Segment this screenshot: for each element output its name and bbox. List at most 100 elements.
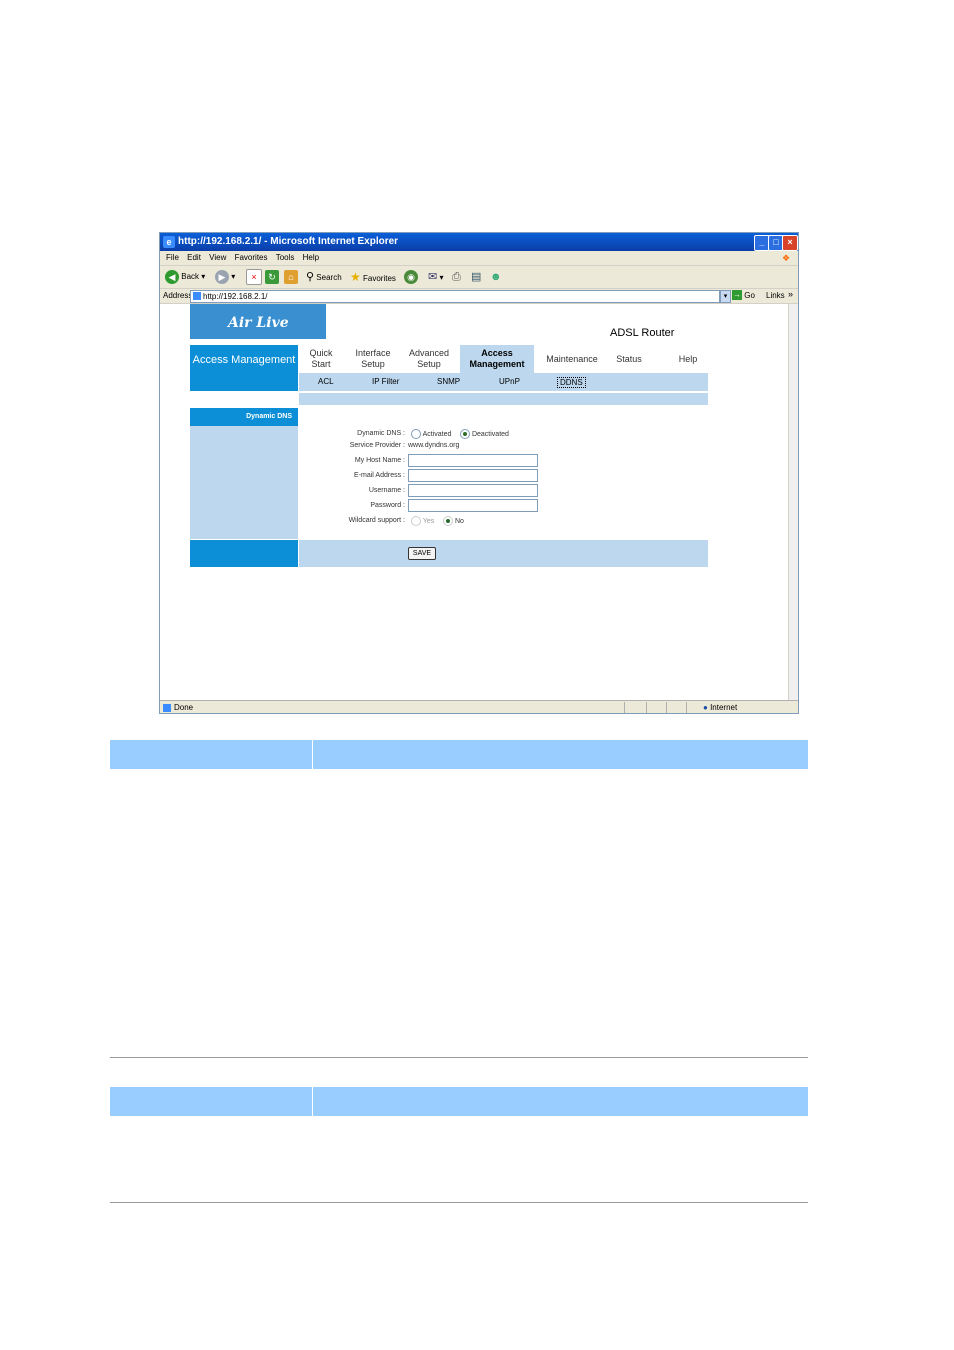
windows-logo-icon: ❖ (782, 253, 791, 263)
subnav-ddns[interactable]: DDNS (557, 377, 586, 388)
radio-wildcard-no[interactable] (443, 516, 453, 526)
page-content: Air Live ADSL Router Access Management Q… (160, 304, 788, 700)
wildcard-no-option[interactable]: No (443, 516, 464, 526)
ddns-activated-option[interactable]: Activated (411, 429, 451, 439)
address-bar: Address http://192.168.2.1/ ▾ → Go Links… (160, 289, 798, 304)
subnav-snmp[interactable]: SNMP (437, 377, 460, 386)
back-arrow-icon: ◀ (165, 269, 179, 284)
ddns-deactivated-option[interactable]: Deactivated (460, 429, 509, 439)
deactivated-label: Deactivated (471, 430, 509, 438)
nav-label: Quick (309, 348, 333, 358)
nav-label: Help (678, 354, 698, 364)
nav-label: Access (481, 348, 513, 358)
forward-button[interactable]: ▶ ▾ (215, 269, 235, 285)
nav-advanced-setup[interactable]: Advanced Setup (405, 348, 453, 370)
brand-logo: Air Live (190, 304, 326, 339)
status-divider (624, 702, 625, 713)
activated-label: Activated (422, 430, 452, 438)
table-header-1 (110, 740, 808, 769)
password-label: Password : (370, 502, 405, 509)
home-button[interactable]: ⌂ (284, 269, 298, 285)
nav-access-management[interactable]: Access Management (460, 345, 534, 373)
links-label[interactable]: Links (766, 289, 785, 303)
search-label: Search (316, 273, 342, 282)
search-icon: ⚲ (306, 271, 315, 283)
address-value: http://192.168.2.1/ (203, 292, 268, 301)
username-label: Username : (368, 487, 405, 494)
chevron-right-icon[interactable]: » (788, 287, 793, 301)
media-button[interactable]: ◉ (404, 269, 418, 285)
nav-label: Setup (361, 359, 385, 369)
email-input[interactable] (408, 469, 538, 482)
table-header-cell (110, 1087, 313, 1116)
status-divider (666, 702, 667, 713)
nav-label: Start (311, 359, 331, 369)
media-icon: ◉ (404, 269, 418, 284)
menu-favorites[interactable]: Favorites (235, 253, 268, 262)
go-button[interactable]: → Go (732, 290, 760, 302)
ddns-label: Dynamic DNS : (357, 430, 405, 437)
refresh-icon: ↻ (265, 269, 279, 284)
vertical-scrollbar[interactable] (788, 304, 798, 700)
radio-wildcard-yes[interactable] (411, 516, 421, 526)
brand-text: Air Live (228, 315, 289, 331)
search-button[interactable]: ⚲ Search (306, 269, 342, 285)
email-label: E-mail Address : (354, 472, 405, 479)
star-icon: ★ (350, 270, 361, 284)
stop-icon: × (246, 269, 262, 285)
printer-icon: ⎙ (452, 271, 461, 283)
menu-file[interactable]: File (166, 253, 179, 262)
status-divider (646, 702, 647, 713)
browser-screenshot: e http://192.168.2.1/ - Microsoft Intern… (159, 232, 799, 714)
browser-toolbar: ◀ Back ▾ ▶ ▾ × ↻ ⌂ ⚲ Search ★ Favorites … (160, 266, 798, 289)
nav-label: Advanced (408, 348, 450, 358)
nav-status[interactable]: Status (609, 354, 649, 365)
panel-title: Dynamic DNS (190, 408, 298, 426)
host-name-input[interactable] (408, 454, 538, 467)
subnav-upnp[interactable]: UPnP (499, 377, 520, 386)
window-title: http://192.168.2.1/ - Microsoft Internet… (178, 236, 399, 247)
save-button[interactable]: SAVE (408, 547, 436, 560)
stop-button[interactable]: × (246, 269, 262, 285)
go-arrow-icon: → (732, 290, 742, 300)
nav-quick-start[interactable]: Quick Start (304, 348, 338, 370)
menu-view[interactable]: View (209, 253, 226, 262)
subnav-acl[interactable]: ACL (318, 377, 334, 386)
main-nav: Quick Start Interface Setup Advanced Set… (299, 345, 708, 373)
edit-icon: ▤ (471, 271, 482, 283)
back-button[interactable]: ◀ Back ▾ (165, 269, 205, 285)
radio-activated[interactable] (411, 429, 421, 439)
refresh-button[interactable]: ↻ (265, 269, 279, 285)
table-rule-1 (110, 1057, 808, 1058)
username-input[interactable] (408, 484, 538, 497)
yes-label: Yes (422, 517, 435, 525)
nav-help[interactable]: Help (673, 354, 703, 365)
page-status-icon (163, 704, 171, 712)
status-divider (686, 702, 687, 713)
edit-button[interactable]: ▤ (471, 269, 481, 285)
menu-bar: File Edit View Favorites Tools Help ❖ (160, 251, 798, 266)
password-input[interactable] (408, 499, 538, 512)
ie-icon: e (163, 236, 175, 248)
menu-help[interactable]: Help (303, 253, 319, 262)
address-field[interactable]: http://192.168.2.1/ (190, 290, 720, 303)
menu-tools[interactable]: Tools (276, 253, 295, 262)
nav-maintenance[interactable]: Maintenance (539, 354, 605, 365)
messenger-button[interactable]: ☻ (490, 269, 502, 285)
subnav-ip-filter[interactable]: IP Filter (372, 377, 399, 386)
mail-button[interactable]: ✉ ▾ (428, 269, 443, 285)
favorites-button[interactable]: ★ Favorites (350, 269, 396, 285)
wildcard-yes-option[interactable]: Yes (411, 516, 434, 526)
print-button[interactable]: ⎙ (452, 269, 461, 285)
menu-edit[interactable]: Edit (187, 253, 201, 262)
mail-icon: ✉ (428, 271, 438, 283)
no-label: No (454, 517, 464, 525)
close-button[interactable]: × (782, 235, 798, 251)
nav-label: Management (469, 359, 525, 369)
host-label: My Host Name : (354, 457, 405, 464)
address-dropdown-icon[interactable]: ▾ (720, 290, 731, 303)
globe-icon: ● (703, 703, 708, 712)
table-header-cell (110, 740, 313, 769)
radio-deactivated[interactable] (460, 429, 470, 439)
nav-interface-setup[interactable]: Interface Setup (349, 348, 397, 370)
